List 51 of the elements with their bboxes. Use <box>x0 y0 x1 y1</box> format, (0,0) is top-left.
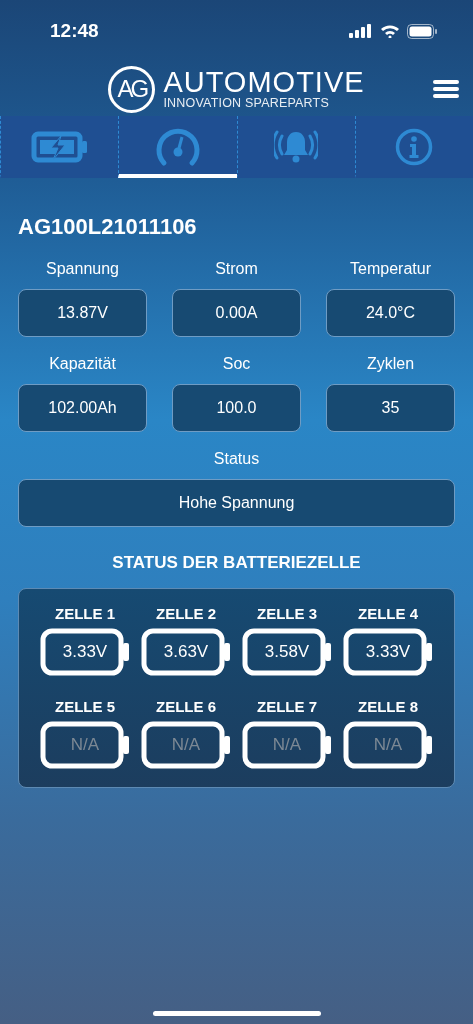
status-label: Status <box>213 450 260 468</box>
battery-outline-icon <box>343 628 433 676</box>
logo-mark: AG <box>108 65 156 113</box>
metric-label: Spannung <box>46 260 119 278</box>
brand-tagline: INNOVATION SPAREPARTS <box>163 97 330 110</box>
cell-label: ZELLE 1 <box>55 605 115 622</box>
cell-label: ZELLE 7 <box>257 698 317 715</box>
battery-outline-icon <box>242 721 332 769</box>
clock: 12:48 <box>50 20 99 42</box>
metric-label: Strom <box>215 260 258 278</box>
battery-outline-icon <box>141 721 231 769</box>
wifi-icon <box>380 24 400 38</box>
battery-outline-icon <box>40 628 130 676</box>
cell-voltage: N/A <box>171 735 201 755</box>
metric-value: 35 <box>326 384 455 432</box>
metric-label: Soc <box>222 355 251 373</box>
section-title: STATUS DER BATTERIEZELLE <box>111 553 362 573</box>
metric-value: 100.0 <box>172 384 301 432</box>
cell-voltage: 3.63V <box>163 642 209 662</box>
cell-label: ZELLE 2 <box>156 605 216 622</box>
battery-outline-icon <box>141 628 231 676</box>
cell-label: ZELLE 3 <box>257 605 317 622</box>
battery-icon <box>407 23 437 39</box>
metric-value: 102.00Ah <box>18 384 147 432</box>
info-icon <box>395 128 434 166</box>
metric-value: 13.87V <box>18 289 147 337</box>
battery-outline-icon <box>343 721 433 769</box>
brand-name: AUTOMOTIVE <box>163 68 365 97</box>
cell-voltage: N/A <box>70 735 100 755</box>
device-id: AG100L21011106 <box>18 214 198 240</box>
cell-label: ZELLE 8 <box>358 698 418 715</box>
metric-value: 24.0°C <box>326 289 455 337</box>
speedometer-icon <box>154 127 201 167</box>
battery-charging-icon <box>30 130 89 164</box>
cell-label: ZELLE 6 <box>156 698 216 715</box>
battery-outline-icon <box>40 721 130 769</box>
cell-voltage: N/A <box>373 735 403 755</box>
battery-outline-icon <box>242 628 332 676</box>
metric-label: Kapazität <box>49 355 116 373</box>
cell-label: ZELLE 4 <box>358 605 418 622</box>
menu-icon[interactable] <box>433 79 459 99</box>
cell-voltage: 3.33V <box>365 642 411 662</box>
cell-voltage: N/A <box>272 735 302 755</box>
cell-voltage: 3.33V <box>62 642 108 662</box>
metric-label: Temperatur <box>350 260 431 278</box>
cell-label: ZELLE 5 <box>55 698 115 715</box>
metric-label: Zyklen <box>366 355 415 373</box>
cell-voltage: 3.58V <box>264 642 310 662</box>
metric-value: 0.00A <box>172 289 301 337</box>
status-value: Hohe Spannung <box>18 479 455 527</box>
signal-icon <box>349 24 373 38</box>
